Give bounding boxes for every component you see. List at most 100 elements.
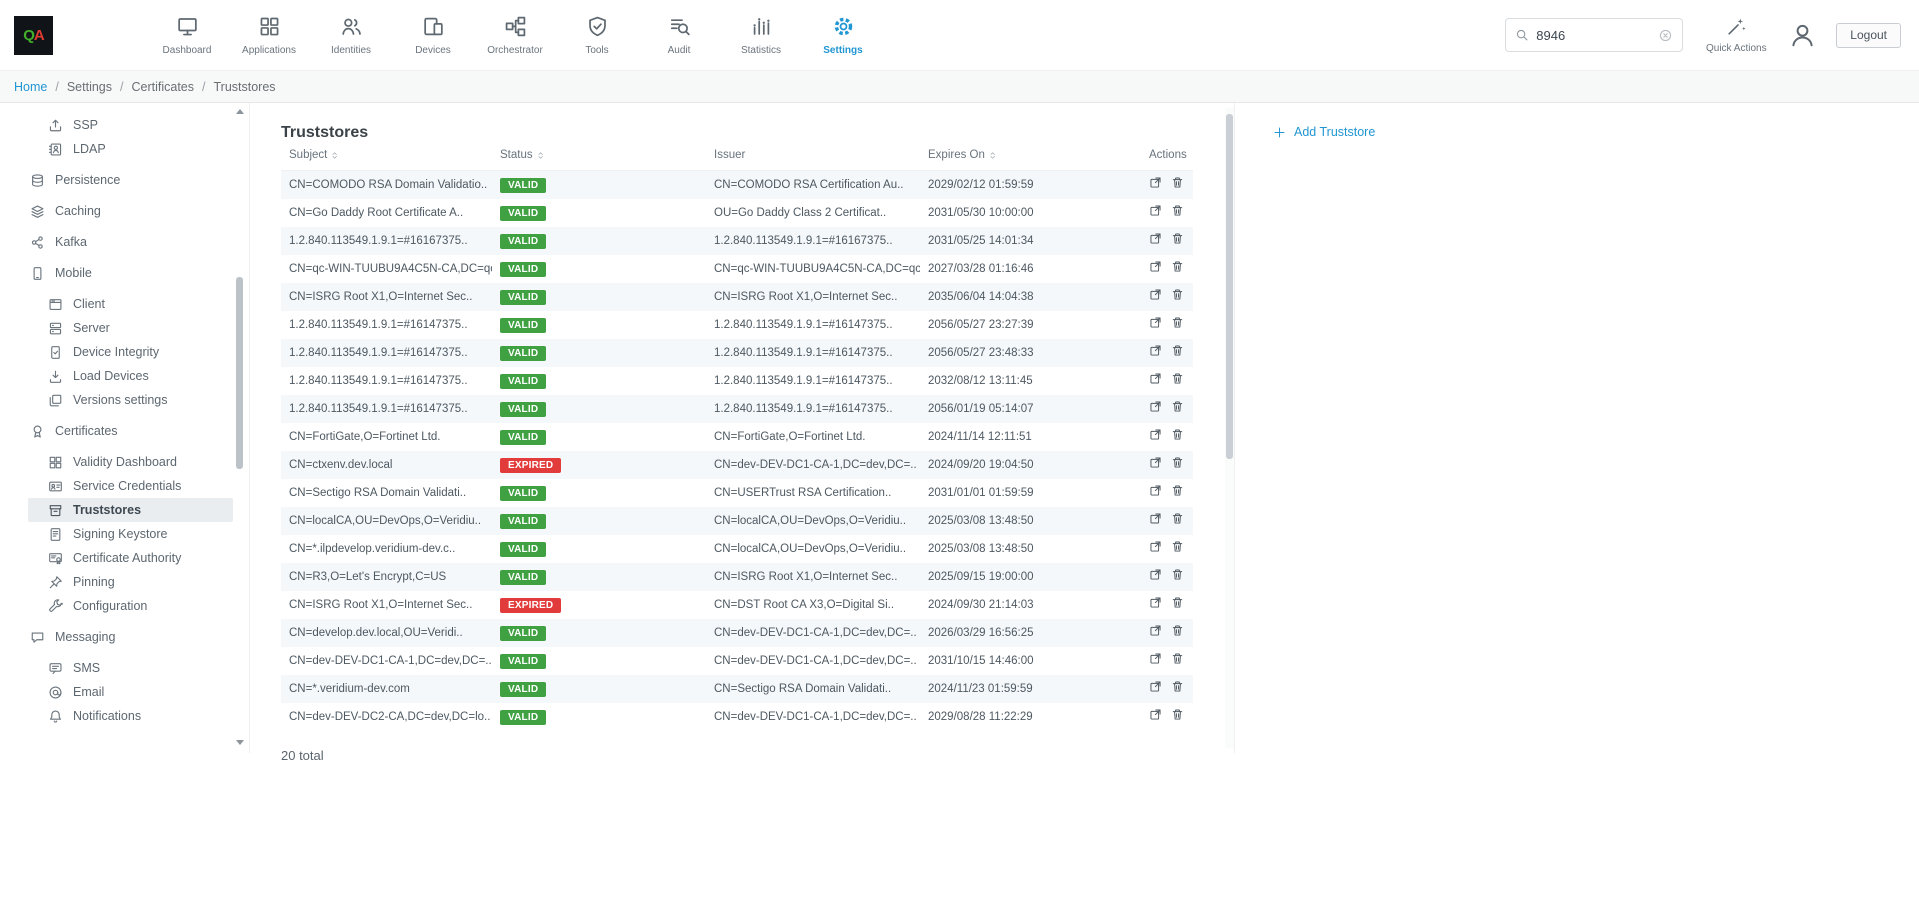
table-row[interactable]: 1.2.840.113549.1.9.1=#16147375..VALID1.2… bbox=[281, 339, 1193, 367]
table-row[interactable]: CN=localCA,OU=DevOps,O=Veridiu..VALIDCN=… bbox=[281, 507, 1193, 535]
nav-item-settings[interactable]: Settings bbox=[802, 15, 884, 56]
user-menu-icon[interactable] bbox=[1789, 22, 1816, 49]
nav-item-devices[interactable]: Devices bbox=[392, 15, 474, 56]
table-row[interactable]: CN=ISRG Root X1,O=Internet Sec..EXPIREDC… bbox=[281, 591, 1193, 619]
sidebar-item-versions-settings[interactable]: Versions settings bbox=[28, 388, 233, 412]
export-truststore-icon[interactable] bbox=[1149, 596, 1162, 609]
export-truststore-icon[interactable] bbox=[1149, 204, 1162, 217]
table-row[interactable]: 1.2.840.113549.1.9.1=#16167375..VALID1.2… bbox=[281, 227, 1193, 255]
export-truststore-icon[interactable] bbox=[1149, 680, 1162, 693]
sidebar-item-load-devices[interactable]: Load Devices bbox=[28, 364, 233, 388]
nav-item-applications[interactable]: Applications bbox=[228, 15, 310, 56]
table-row[interactable]: CN=ISRG Root X1,O=Internet Sec..VALIDCN=… bbox=[281, 283, 1193, 311]
delete-truststore-icon[interactable] bbox=[1171, 512, 1184, 525]
sidebar-item-kafka[interactable]: Kafka bbox=[28, 230, 233, 254]
sidebar-item-email[interactable]: Email bbox=[28, 680, 233, 704]
export-truststore-icon[interactable] bbox=[1149, 512, 1162, 525]
search-input[interactable] bbox=[1536, 28, 1651, 43]
table-row[interactable]: 1.2.840.113549.1.9.1=#16147375..VALID1.2… bbox=[281, 395, 1193, 423]
delete-truststore-icon[interactable] bbox=[1171, 288, 1184, 301]
table-row[interactable]: CN=dev-DEV-DC1-CA-1,DC=dev,DC=..VALIDCN=… bbox=[281, 647, 1193, 675]
delete-truststore-icon[interactable] bbox=[1171, 540, 1184, 553]
logout-button[interactable]: Logout bbox=[1836, 23, 1901, 48]
column-header-status[interactable]: Status bbox=[492, 145, 706, 171]
sidebar-item-pinning[interactable]: Pinning bbox=[28, 570, 233, 594]
nav-item-audit[interactable]: Audit bbox=[638, 15, 720, 56]
delete-truststore-icon[interactable] bbox=[1171, 708, 1184, 721]
column-header-expires-on[interactable]: Expires On bbox=[920, 145, 1141, 171]
column-header-subject[interactable]: Subject bbox=[281, 145, 492, 171]
content-scrollbar-thumb[interactable] bbox=[1226, 114, 1233, 459]
export-truststore-icon[interactable] bbox=[1149, 540, 1162, 553]
export-truststore-icon[interactable] bbox=[1149, 176, 1162, 189]
delete-truststore-icon[interactable] bbox=[1171, 344, 1184, 357]
delete-truststore-icon[interactable] bbox=[1171, 232, 1184, 245]
export-truststore-icon[interactable] bbox=[1149, 652, 1162, 665]
sidebar-item-validity-dashboard[interactable]: Validity Dashboard bbox=[28, 450, 233, 474]
export-truststore-icon[interactable] bbox=[1149, 372, 1162, 385]
sidebar-item-service-credentials[interactable]: Service Credentials bbox=[28, 474, 233, 498]
sidebar-item-messaging[interactable]: Messaging bbox=[28, 625, 233, 649]
export-truststore-icon[interactable] bbox=[1149, 288, 1162, 301]
sidebar-scrollbar[interactable] bbox=[235, 109, 244, 745]
delete-truststore-icon[interactable] bbox=[1171, 456, 1184, 469]
table-row[interactable]: CN=COMODO RSA Domain Validatio..VALIDCN=… bbox=[281, 171, 1193, 200]
delete-truststore-icon[interactable] bbox=[1171, 652, 1184, 665]
app-logo[interactable]: QA bbox=[14, 16, 53, 55]
sidebar-scrollbar-thumb[interactable] bbox=[236, 277, 243, 469]
export-truststore-icon[interactable] bbox=[1149, 344, 1162, 357]
sidebar-item-notifications[interactable]: Notifications bbox=[28, 704, 233, 728]
nav-item-identities[interactable]: Identities bbox=[310, 15, 392, 56]
export-truststore-icon[interactable] bbox=[1149, 232, 1162, 245]
table-row[interactable]: CN=develop.dev.local,OU=Veridi..VALIDCN=… bbox=[281, 619, 1193, 647]
nav-item-tools[interactable]: Tools bbox=[556, 15, 638, 56]
clear-search-icon[interactable] bbox=[1658, 28, 1673, 43]
table-row[interactable]: 1.2.840.113549.1.9.1=#16147375..VALID1.2… bbox=[281, 367, 1193, 395]
table-row[interactable]: CN=Go Daddy Root Certificate A..VALIDOU=… bbox=[281, 199, 1193, 227]
export-truststore-icon[interactable] bbox=[1149, 316, 1162, 329]
sidebar-item-sms[interactable]: SMS bbox=[28, 656, 233, 680]
quick-actions-button[interactable]: Quick Actions bbox=[1703, 16, 1769, 54]
sidebar-item-signing-keystore[interactable]: Signing Keystore bbox=[28, 522, 233, 546]
export-truststore-icon[interactable] bbox=[1149, 400, 1162, 413]
delete-truststore-icon[interactable] bbox=[1171, 400, 1184, 413]
sidebar-item-configuration[interactable]: Configuration bbox=[28, 594, 233, 618]
delete-truststore-icon[interactable] bbox=[1171, 596, 1184, 609]
export-truststore-icon[interactable] bbox=[1149, 260, 1162, 273]
delete-truststore-icon[interactable] bbox=[1171, 372, 1184, 385]
sidebar-item-persistence[interactable]: Persistence bbox=[28, 168, 233, 192]
delete-truststore-icon[interactable] bbox=[1171, 204, 1184, 217]
sidebar-item-ssp[interactable]: SSP bbox=[28, 113, 233, 137]
table-row[interactable]: CN=*.veridium-dev.comVALIDCN=Sectigo RSA… bbox=[281, 675, 1193, 703]
delete-truststore-icon[interactable] bbox=[1171, 680, 1184, 693]
export-truststore-icon[interactable] bbox=[1149, 624, 1162, 637]
sidebar-item-certificates[interactable]: Certificates bbox=[28, 419, 233, 443]
delete-truststore-icon[interactable] bbox=[1171, 484, 1184, 497]
table-row[interactable]: CN=R3,O=Let's Encrypt,C=USVALIDCN=ISRG R… bbox=[281, 563, 1193, 591]
table-row[interactable]: CN=FortiGate,O=Fortinet Ltd.VALIDCN=Fort… bbox=[281, 423, 1193, 451]
nav-item-dashboard[interactable]: Dashboard bbox=[146, 15, 228, 56]
content-scrollbar[interactable] bbox=[1225, 108, 1234, 748]
table-row[interactable]: CN=ctxenv.dev.localEXPIREDCN=dev-DEV-DC1… bbox=[281, 451, 1193, 479]
sidebar-item-truststores[interactable]: Truststores bbox=[28, 498, 233, 522]
sidebar-item-certificate-authority[interactable]: Certificate Authority bbox=[28, 546, 233, 570]
export-truststore-icon[interactable] bbox=[1149, 708, 1162, 721]
nav-item-statistics[interactable]: Statistics bbox=[720, 15, 802, 56]
delete-truststore-icon[interactable] bbox=[1171, 260, 1184, 273]
export-truststore-icon[interactable] bbox=[1149, 456, 1162, 469]
table-row[interactable]: CN=dev-DEV-DC2-CA,DC=dev,DC=lo..VALIDCN=… bbox=[281, 703, 1193, 731]
nav-item-orchestrator[interactable]: Orchestrator bbox=[474, 15, 556, 56]
sidebar-item-mobile[interactable]: Mobile bbox=[28, 261, 233, 285]
add-truststore-button[interactable]: Add Truststore bbox=[1273, 125, 1375, 139]
delete-truststore-icon[interactable] bbox=[1171, 428, 1184, 441]
delete-truststore-icon[interactable] bbox=[1171, 316, 1184, 329]
table-row[interactable]: CN=qc-WIN-TUUBU9A4C5N-CA,DC=qc..VALIDCN=… bbox=[281, 255, 1193, 283]
export-truststore-icon[interactable] bbox=[1149, 568, 1162, 581]
scroll-up-arrow-icon[interactable] bbox=[236, 109, 244, 114]
scroll-down-arrow-icon[interactable] bbox=[236, 740, 244, 745]
delete-truststore-icon[interactable] bbox=[1171, 624, 1184, 637]
export-truststore-icon[interactable] bbox=[1149, 484, 1162, 497]
delete-truststore-icon[interactable] bbox=[1171, 568, 1184, 581]
table-row[interactable]: 1.2.840.113549.1.9.1=#16147375..VALID1.2… bbox=[281, 311, 1193, 339]
table-row[interactable]: CN=Sectigo RSA Domain Validati..VALIDCN=… bbox=[281, 479, 1193, 507]
